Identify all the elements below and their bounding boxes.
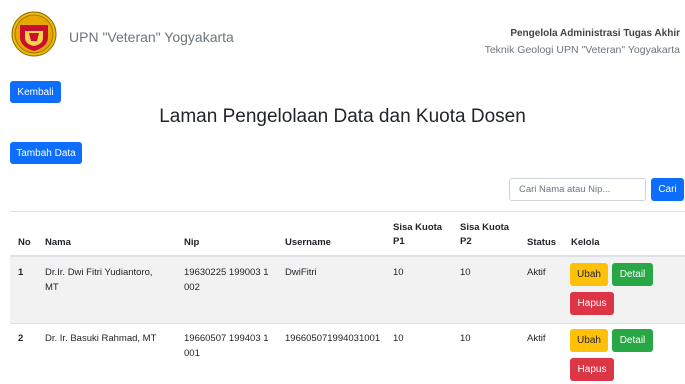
detail-button[interactable]: Detail xyxy=(612,263,653,286)
row-kuota-p2: 10 xyxy=(460,333,471,344)
search-input[interactable] xyxy=(509,178,646,201)
row-kuota-p2: 10 xyxy=(460,267,471,278)
delete-button[interactable]: Hapus xyxy=(570,358,614,381)
table-row: 2 Dr. Ir. Basuki Rahmad, MT 19660507 199… xyxy=(10,324,685,384)
row-nip: 19660507 199403 1 001 xyxy=(184,333,269,359)
table-row: 1 Dr.Ir. Dwi Fitri Yudiantoro, MT 196302… xyxy=(10,257,685,323)
user-role: Pengelola Administrasi Tugas Akhir xyxy=(510,28,680,39)
row-kuota-p1: 10 xyxy=(393,333,404,344)
back-button[interactable]: Kembali xyxy=(10,81,61,103)
col-header-no: No xyxy=(18,237,31,248)
university-logo-icon xyxy=(11,11,57,57)
col-header-kuota-p2: Sisa Kuota P2 xyxy=(460,222,510,247)
search-button[interactable]: Cari xyxy=(651,178,684,201)
col-header-kelola: Kelola xyxy=(571,237,600,248)
col-header-kuota-p1: Sisa Kuota P1 xyxy=(393,222,443,247)
detail-button[interactable]: Detail xyxy=(612,329,653,352)
page-header: UPN "Veteran" Yogyakarta Pengelola Admin… xyxy=(0,0,685,70)
table-top-border xyxy=(10,211,685,212)
row-kuota-p1: 10 xyxy=(393,267,404,278)
row-username: DwiFitri xyxy=(285,267,317,278)
col-header-nip: Nip xyxy=(184,237,200,248)
row-status: Aktif xyxy=(527,333,546,344)
row-nama: Dr. Ir. Basuki Rahmad, MT xyxy=(45,333,157,344)
header-user-info: Pengelola Administrasi Tugas Akhir Tekni… xyxy=(485,28,680,56)
edit-button[interactable]: Ubah xyxy=(570,329,608,352)
row-nip: 19630225 199003 1 002 xyxy=(184,267,269,293)
row-username: 196605071994031001 xyxy=(285,333,381,344)
add-data-button[interactable]: Tambah Data xyxy=(10,142,82,164)
col-header-nama: Nama xyxy=(45,237,71,248)
brand-name: UPN "Veteran" Yogyakarta xyxy=(69,29,234,45)
col-header-status: Status xyxy=(527,237,557,248)
page-title: Laman Pengelolaan Data dan Kuota Dosen xyxy=(159,106,526,127)
col-header-username: Username xyxy=(285,237,331,248)
edit-button[interactable]: Ubah xyxy=(570,263,608,286)
delete-button[interactable]: Hapus xyxy=(570,292,614,315)
row-number: 1 xyxy=(18,267,24,278)
row-status: Aktif xyxy=(527,267,546,278)
row-nama: Dr.Ir. Dwi Fitri Yudiantoro, MT xyxy=(45,267,153,293)
row-number: 2 xyxy=(18,333,24,344)
department-name: Teknik Geologi UPN "Veteran" Yogyakarta xyxy=(484,44,680,56)
